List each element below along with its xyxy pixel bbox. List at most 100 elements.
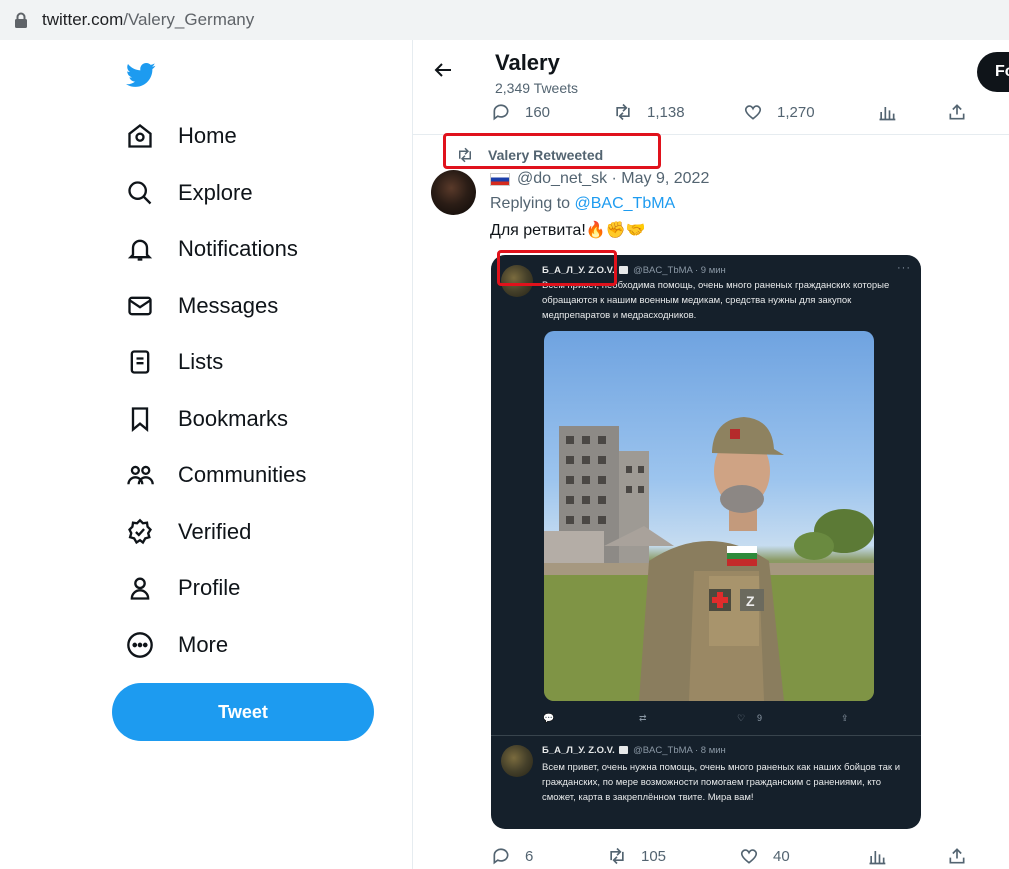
sidebar-item-label: Notifications (178, 236, 298, 261)
tweet-media-image[interactable]: Б_А_Л_У. Z.O.V. @BAC_TbMA · 9 мин ··· Вс… (491, 255, 921, 829)
retweet-button[interactable]: 105 (607, 846, 666, 866)
sidebar-item-explore[interactable]: Explore (124, 173, 253, 213)
embedded-like-count: 9 (757, 713, 763, 723)
sidebar-item-verified[interactable]: Verified (124, 512, 251, 552)
sidebar-item-label: Profile (178, 575, 241, 600)
sidebar-item-label: Verified (178, 519, 252, 544)
sidebar-item-label: More (178, 632, 229, 657)
russia-flag-icon (490, 172, 510, 186)
analytics-icon (879, 107, 896, 121)
embedded-share-icon: ⇪ (841, 713, 849, 723)
sidebar-item-label: Bookmarks (178, 406, 289, 431)
bell-icon (124, 233, 156, 265)
people-icon (124, 459, 156, 491)
follow-button[interactable]: Fo (977, 52, 1009, 92)
embedded-author-name: Б_А_Л_У. Z.O.V. (542, 745, 615, 756)
sidebar-item-label: Lists (178, 349, 224, 374)
url-host: twitter.com (42, 10, 124, 29)
profile-header: Valery 2,349 Tweets Fo (413, 40, 1009, 100)
views-button[interactable] (867, 846, 887, 866)
person-icon (124, 572, 156, 604)
share-button[interactable] (947, 102, 967, 122)
soldier-photo-illustration: Z (544, 417, 874, 701)
embedded-handle-time: @BAC_TbMA · 8 мин (633, 745, 726, 756)
reply-button[interactable]: 160 (491, 102, 550, 122)
back-arrow-icon[interactable] (431, 58, 455, 82)
previous-tweet-actions: 160 1,138 1,270 (413, 98, 1009, 128)
views-button[interactable] (877, 102, 897, 122)
like-count: 40 (773, 847, 790, 865)
lock-icon (15, 12, 27, 28)
embedded-post-actions: 💬 ⇄ ♡ 9 ⇪ (491, 713, 921, 729)
sidebar-item-lists[interactable]: Lists (124, 342, 223, 382)
sidebar-item-messages[interactable]: Messages (124, 286, 278, 326)
sidebar-item-more[interactable]: More (124, 625, 228, 665)
annotation-highlight-box (497, 250, 617, 286)
replying-to: Replying to @BAC_TbMA (490, 195, 675, 213)
embedded-handle-time: @BAC_TbMA · 9 мин (633, 265, 726, 276)
sidebar-item-label: Explore (178, 180, 253, 205)
embedded-post-header: Б_А_Л_У. Z.O.V. @BAC_TbMA · 8 мин (542, 745, 726, 756)
share-icon (949, 848, 965, 864)
browser-address-bar[interactable]: twitter.com/Valery_Germany (0, 0, 1009, 40)
sidebar-item-bookmarks[interactable]: Bookmarks (124, 399, 288, 439)
embedded-heart-icon: ♡ (737, 713, 746, 723)
share-icon (949, 104, 965, 120)
retweet-count: 1,138 (647, 103, 685, 121)
svg-text:Z: Z (746, 593, 755, 609)
heart-icon (744, 105, 762, 120)
share-button[interactable] (947, 846, 967, 866)
bookmark-icon (124, 403, 156, 435)
home-icon (124, 120, 156, 152)
reply-count: 6 (525, 847, 534, 865)
list-icon (124, 346, 156, 378)
lock-badge-icon (619, 266, 629, 274)
more-dots-icon: ··· (897, 262, 911, 274)
sidebar-item-home[interactable]: Home (124, 116, 237, 156)
embedded-photo: Z (544, 331, 874, 701)
replying-prefix: Replying to (490, 195, 571, 212)
sidebar-item-communities[interactable]: Communities (124, 455, 306, 495)
like-button[interactable]: 40 (739, 846, 790, 866)
url-path: /Valery_Germany (123, 10, 255, 29)
sidebar-item-label: Communities (178, 462, 307, 487)
tweet-text: Для ретвита!🔥✊🤝 (490, 222, 646, 239)
profile-name: Valery (495, 50, 560, 75)
tweet-button[interactable]: Tweet (112, 683, 374, 741)
mail-icon (124, 290, 156, 322)
reply-icon (493, 848, 509, 865)
retweet-icon (610, 847, 624, 865)
sidebar-item-label: Messages (178, 293, 279, 318)
main-timeline: Valery 2,349 Tweets Fo 160 1,138 1,270 V… (413, 40, 1009, 869)
more-circle-icon (124, 629, 156, 661)
retweet-icon (616, 103, 630, 121)
sidebar-item-notifications[interactable]: Notifications (124, 229, 298, 269)
retweet-count: 105 (641, 847, 667, 865)
tweet-author-meta[interactable]: @do_net_sk · May 9, 2022 (490, 170, 709, 188)
url-text[interactable]: twitter.com/Valery_Germany (42, 10, 254, 30)
avatar[interactable] (431, 170, 476, 215)
twitter-bird-logo-icon[interactable] (124, 60, 158, 90)
reply-button[interactable]: 6 (491, 846, 533, 866)
annotation-highlight-box (443, 133, 661, 169)
like-count: 1,270 (777, 103, 815, 121)
tweet-count: 2,349 Tweets (495, 80, 579, 96)
embedded-post-text: Всем привет, очень нужна помощь, очень м… (542, 762, 901, 803)
sidebar-item-label: Home (178, 123, 237, 148)
embedded-separator (491, 735, 921, 736)
embedded-avatar (501, 745, 533, 777)
reply-count: 160 (525, 103, 551, 121)
sidebar-item-profile[interactable]: Profile (124, 568, 240, 608)
reply-icon (493, 104, 509, 121)
verified-icon (124, 516, 156, 548)
embedded-retweet-icon: ⇄ (639, 713, 647, 723)
author-handle-date: @do_net_sk · May 9, 2022 (517, 170, 710, 187)
heart-icon (740, 849, 758, 864)
search-icon (124, 177, 156, 209)
lock-badge-icon (619, 746, 629, 754)
like-button[interactable]: 1,270 (743, 102, 815, 122)
replying-handle-link[interactable]: @BAC_TbMA (575, 195, 676, 212)
retweet-button[interactable]: 1,138 (613, 102, 685, 122)
sidebar: Home Explore Notifications Messages List… (0, 40, 412, 869)
analytics-icon (869, 851, 886, 865)
